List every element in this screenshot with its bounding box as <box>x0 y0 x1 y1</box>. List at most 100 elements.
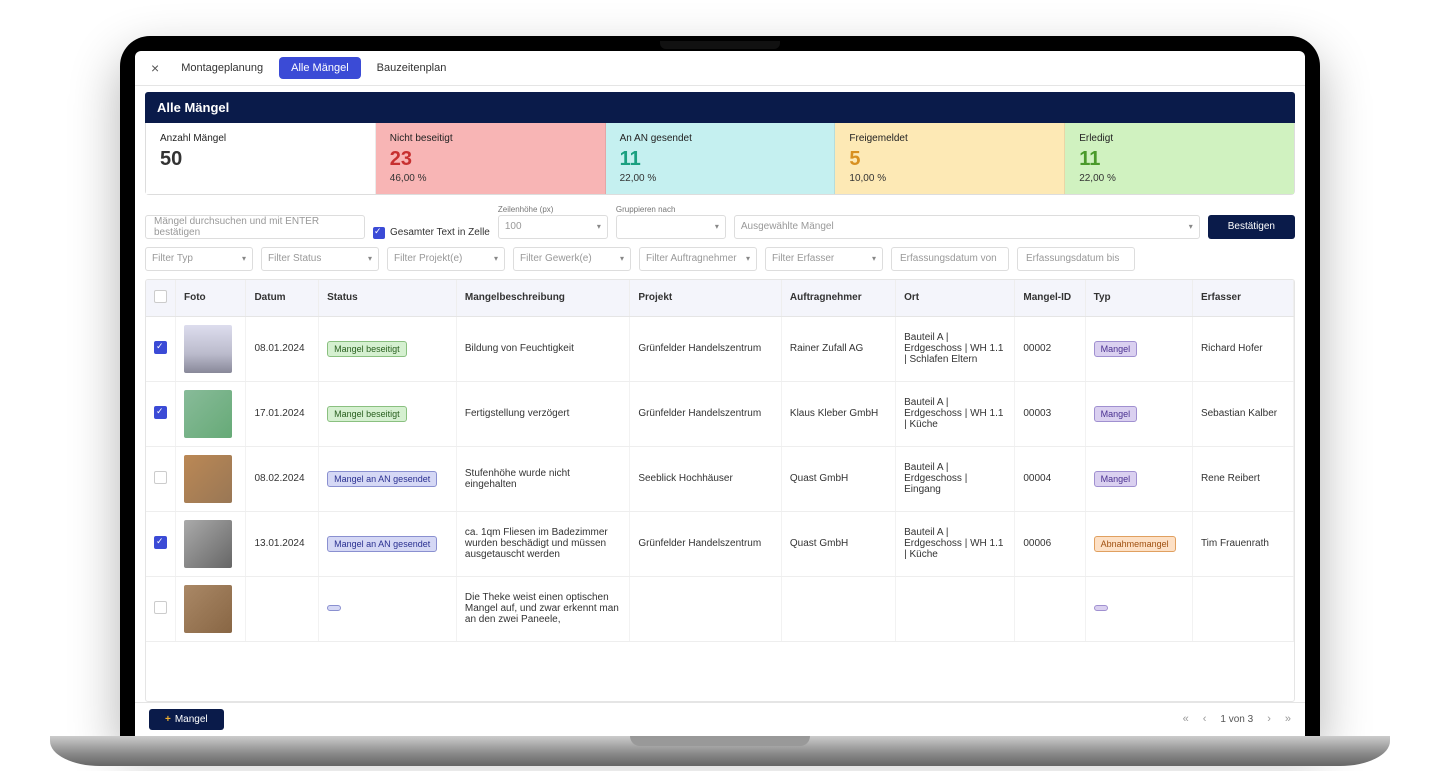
col-datum[interactable]: Datum <box>246 280 319 317</box>
filter-type-select[interactable]: Filter Typ▾ <box>145 247 253 271</box>
col-mangel-id[interactable]: Mangel-ID <box>1015 280 1085 317</box>
selected-defects-select[interactable]: Ausgewählte Mängel ▾ <box>734 215 1200 239</box>
group-by-label: Gruppieren nach <box>616 205 726 214</box>
defect-thumbnail[interactable] <box>184 390 232 438</box>
defect-thumbnail[interactable] <box>184 520 232 568</box>
cell-location: Bauteil A | Erdgeschoss | Eingang <box>896 446 1015 511</box>
chevron-down-icon: ▾ <box>715 222 719 231</box>
stat-value: 50 <box>160 148 361 171</box>
tab-montageplanung[interactable]: Montageplanung <box>169 57 275 79</box>
cell-project: Grünfelder Handelszentrum <box>630 511 782 576</box>
page-next-button[interactable]: › <box>1267 713 1271 725</box>
cell-desc: Stufenhöhe wurde nicht eingehalten <box>456 446 629 511</box>
laptop-frame: × Montageplanung Alle Mängel Bauzeitenpl… <box>120 36 1320 736</box>
cell-contractor: Rainer Zufall AG <box>781 316 895 381</box>
cell-date <box>246 576 319 641</box>
tab-bauzeitenplan[interactable]: Bauzeitenplan <box>365 57 459 79</box>
table-row[interactable]: Die Theke weist einen optischen Mangel a… <box>146 576 1294 641</box>
filter-erfasser-select[interactable]: Filter Erfasser▾ <box>765 247 883 271</box>
cell-type: Mangel <box>1085 446 1192 511</box>
cell-status: Mangel an AN gesendet <box>319 511 457 576</box>
add-label: Mangel <box>175 714 208 725</box>
type-badge: Mangel <box>1094 406 1138 422</box>
filter-status-select[interactable]: Filter Status▾ <box>261 247 379 271</box>
table-row[interactable]: 17.01.2024 Mangel beseitigt Fertigstellu… <box>146 381 1294 446</box>
defect-thumbnail[interactable] <box>184 325 232 373</box>
table-row[interactable]: 08.01.2024 Mangel beseitigt Bildung von … <box>146 316 1294 381</box>
row-checkbox[interactable] <box>154 601 167 614</box>
cell-location: Bauteil A | Erdgeschoss | WH 1.1 | Schla… <box>896 316 1015 381</box>
cell-contractor: Quast GmbH <box>781 446 895 511</box>
row-checkbox[interactable] <box>154 536 167 549</box>
col-ort[interactable]: Ort <box>896 280 1015 317</box>
stat-value: 5 <box>849 148 1050 171</box>
chevron-down-icon: ▾ <box>872 254 876 263</box>
status-badge <box>327 605 341 611</box>
cell-project: Seeblick Hochhäuser <box>630 446 782 511</box>
row-checkbox[interactable] <box>154 341 167 354</box>
col-auftragnehmer[interactable]: Auftragnehmer <box>781 280 895 317</box>
col-beschreibung[interactable]: Mangelbeschreibung <box>456 280 629 317</box>
date-from-input[interactable]: Erfassungsdatum von <box>891 247 1009 271</box>
checkbox-icon <box>373 227 385 239</box>
filter-auftragnehmer-select[interactable]: Filter Auftragnehmer▾ <box>639 247 757 271</box>
cell-erfasser <box>1192 576 1293 641</box>
cell-location: Bauteil A | Erdgeschoss | WH 1.1 | Küche <box>896 381 1015 446</box>
col-status[interactable]: Status <box>319 280 457 317</box>
col-projekt[interactable]: Projekt <box>630 280 782 317</box>
chevron-down-icon: ▾ <box>242 254 246 263</box>
cell-desc: ca. 1qm Fliesen im Badezimmer wurden bes… <box>456 511 629 576</box>
cell-location <box>896 576 1015 641</box>
stat-pct: 46,00 % <box>390 173 591 184</box>
group-by-select[interactable]: ▾ <box>616 215 726 239</box>
tab-alle-maengel[interactable]: Alle Mängel <box>279 57 360 79</box>
defect-thumbnail[interactable] <box>184 585 232 633</box>
cell-id: 00004 <box>1015 446 1085 511</box>
checkbox-label: Gesamter Text in Zelle <box>390 227 490 238</box>
stat-an-gesendet: An AN gesendet 11 22,00 % <box>606 123 836 194</box>
cell-id: 00002 <box>1015 316 1085 381</box>
cell-type <box>1085 576 1192 641</box>
cell-id <box>1015 576 1085 641</box>
cell-date: 17.01.2024 <box>246 381 319 446</box>
stat-anzahl: Anzahl Mängel 50 <box>146 123 376 194</box>
page-last-button[interactable]: » <box>1285 713 1291 725</box>
search-input[interactable]: Mängel durchsuchen und mit ENTER bestäti… <box>145 215 365 239</box>
stat-label: Erledigt <box>1079 133 1280 144</box>
status-badge: Mangel beseitigt <box>327 341 407 357</box>
stat-pct: 22,00 % <box>1079 173 1280 184</box>
confirm-button[interactable]: Bestätigen <box>1208 215 1295 239</box>
col-foto[interactable]: Foto <box>176 280 246 317</box>
stat-erledigt: Erledigt 11 22,00 % <box>1065 123 1294 194</box>
page-text: 1 von 3 <box>1220 714 1253 725</box>
filter-project-select[interactable]: Filter Projekt(e)▾ <box>387 247 505 271</box>
footer-bar: + Mangel « ‹ 1 von 3 › » <box>135 702 1305 736</box>
add-mangel-button[interactable]: + Mangel <box>149 709 224 730</box>
defect-thumbnail[interactable] <box>184 455 232 503</box>
table-row[interactable]: 08.02.2024 Mangel an AN gesendet Stufenh… <box>146 446 1294 511</box>
stat-label: An AN gesendet <box>620 133 821 144</box>
select-all-checkbox[interactable] <box>154 290 167 303</box>
table-row[interactable]: 13.01.2024 Mangel an AN gesendet ca. 1qm… <box>146 511 1294 576</box>
fulltext-checkbox[interactable]: Gesamter Text in Zelle <box>373 227 490 239</box>
laptop-notch <box>660 41 780 49</box>
table-header-row: Foto Datum Status Mangelbeschreibung Pro… <box>146 280 1294 317</box>
row-height-select[interactable]: 100 ▾ <box>498 215 608 239</box>
page-prev-button[interactable]: ‹ <box>1203 713 1207 725</box>
col-erfasser[interactable]: Erfasser <box>1192 280 1293 317</box>
date-to-input[interactable]: Erfassungsdatum bis <box>1017 247 1135 271</box>
close-icon[interactable]: × <box>145 58 165 78</box>
col-typ[interactable]: Typ <box>1085 280 1192 317</box>
stat-value: 11 <box>1079 148 1280 171</box>
stats-row: Anzahl Mängel 50 Nicht beseitigt 23 46,0… <box>145 123 1295 195</box>
filter-gewerk-select[interactable]: Filter Gewerk(e)▾ <box>513 247 631 271</box>
row-height-label: Zeilenhöhe (px) <box>498 205 608 214</box>
cell-status <box>319 576 457 641</box>
cell-desc: Bildung von Feuchtigkeit <box>456 316 629 381</box>
stat-freigemeldet: Freigemeldet 5 10,00 % <box>835 123 1065 194</box>
status-badge: Mangel an AN gesendet <box>327 536 437 552</box>
page-first-button[interactable]: « <box>1183 713 1189 725</box>
cell-status: Mangel beseitigt <box>319 381 457 446</box>
row-checkbox[interactable] <box>154 406 167 419</box>
row-checkbox[interactable] <box>154 471 167 484</box>
